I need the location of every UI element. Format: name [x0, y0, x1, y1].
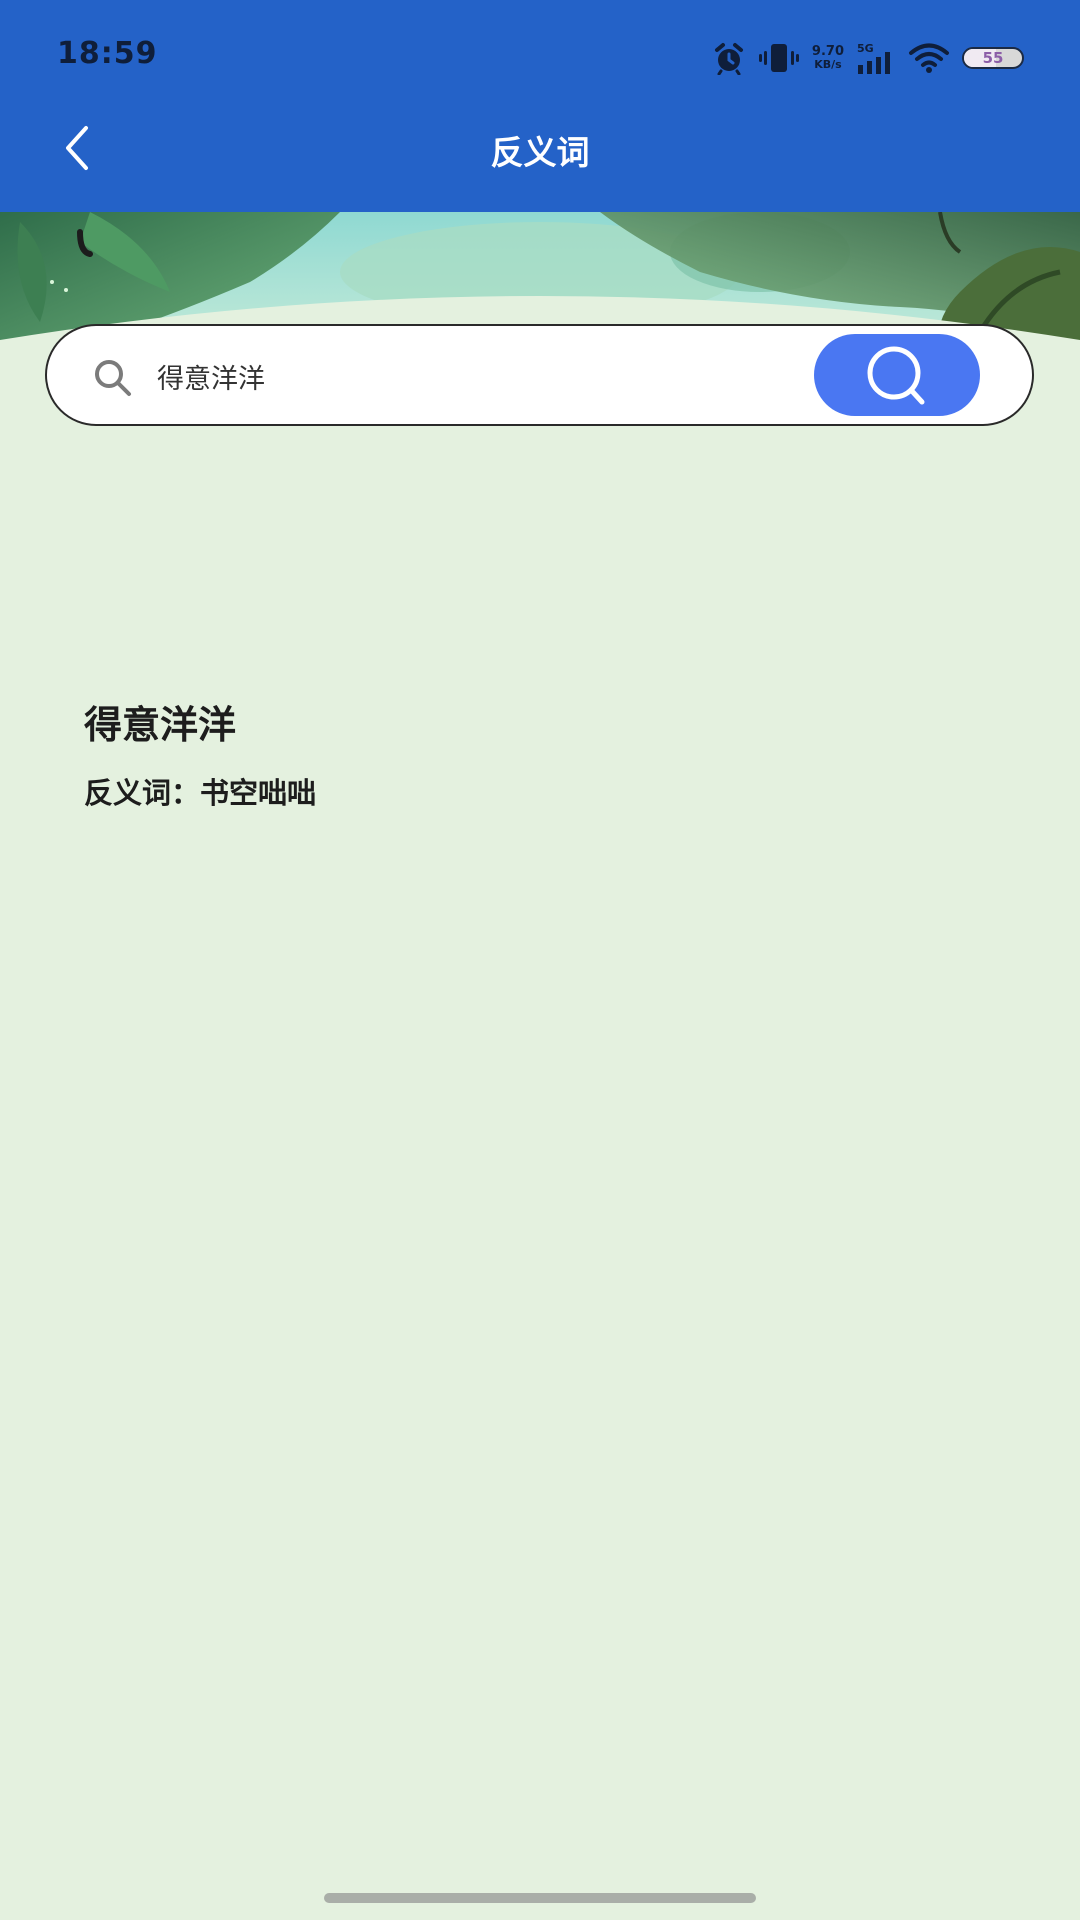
search-input[interactable]	[157, 352, 717, 400]
search-bar	[45, 324, 1034, 426]
network-speed-value: 9.70	[811, 44, 844, 59]
home-indicator[interactable]	[324, 1893, 756, 1903]
status-time: 18:59	[57, 36, 158, 71]
network-type-label: 5G	[857, 42, 874, 55]
network-speed: 9.70 KB/s	[812, 45, 844, 71]
search-button[interactable]	[814, 334, 980, 416]
alarm-icon	[714, 43, 743, 75]
signal-5g-icon: 5G	[857, 42, 890, 74]
vibrate-icon	[758, 44, 799, 72]
wifi-icon	[909, 43, 949, 73]
battery-icon: 55	[962, 47, 1024, 69]
app-header: 18:59 9.70 KB/s 5G 55 反义词	[0, 0, 1080, 212]
search-icon	[867, 346, 925, 405]
status-icons: 9.70 KB/s 5G 55	[712, 38, 1024, 78]
result-word: 得意洋洋	[84, 703, 237, 747]
search-icon	[95, 360, 131, 396]
battery-level: 55	[982, 49, 1004, 67]
page-title: 反义词	[490, 133, 590, 172]
result-antonym: 反义词：书空咄咄	[84, 776, 317, 810]
network-speed-unit: KB/s	[814, 58, 842, 71]
